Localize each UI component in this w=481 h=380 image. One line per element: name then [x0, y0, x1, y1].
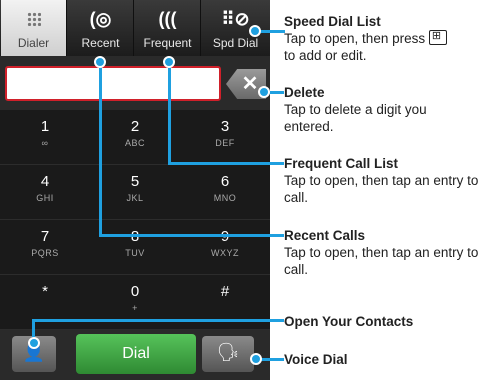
number-input[interactable]: [5, 66, 221, 101]
callout-dot-contacts: [28, 337, 40, 349]
voice-dial-button[interactable]: 🗣: [202, 336, 254, 372]
menu-key-icon: [428, 28, 447, 45]
tab-label: Frequent: [143, 36, 192, 50]
phone-dialer-screen: Dialer (◎ Recent ((( Frequent ⠿⊘ Spd Dia…: [0, 0, 270, 380]
callout-line-contacts: [32, 319, 284, 322]
annotation-text: to add or edit.: [284, 48, 367, 63]
annotation-title: Voice Dial: [284, 352, 348, 367]
annotation-delete: Delete Tap to delete a digit you entered…: [284, 84, 479, 135]
tab-dialer[interactable]: Dialer: [1, 0, 67, 56]
key-2[interactable]: 2 ABC: [90, 110, 180, 165]
annotation-recent: Recent Calls Tap to open, then tap an en…: [284, 227, 479, 278]
number-entry-row: ✕: [0, 56, 270, 110]
tab-label: Recent: [81, 36, 120, 50]
key-1[interactable]: 1 ∞: [0, 110, 90, 165]
key-3[interactable]: 3 DEF: [180, 110, 270, 165]
annotation-text: Tap to open, then tap an entry to call.: [284, 245, 479, 277]
annotation-text: Tap to open, then press: [284, 28, 479, 47]
annotation-title: Speed Dial List: [284, 14, 381, 29]
callout-line-frequent: [168, 60, 171, 164]
annotation-text: Tap to delete a digit you entered.: [284, 102, 427, 134]
annotation-title: Open Your Contacts: [284, 314, 414, 329]
tab-bar: Dialer (◎ Recent ((( Frequent ⠿⊘ Spd Dia…: [0, 0, 270, 57]
annotation-contacts: Open Your Contacts: [284, 313, 479, 330]
annotation-frequent: Frequent Call List Tap to open, then tap…: [284, 155, 479, 206]
grid-icon: [1, 8, 66, 30]
close-icon: ✕: [241, 73, 259, 95]
annotation-title: Delete: [284, 85, 325, 100]
key-8[interactable]: 8TUV: [90, 220, 180, 275]
keypad: 1∞ 2ABC 3DEF 4GHI 5JKL 6MNO 7PQRS 8TUV 9…: [0, 110, 270, 330]
key-9[interactable]: 9WXYZ: [180, 220, 270, 275]
callout-line-recent: [99, 60, 102, 236]
callout-dot-speed-dial: [249, 25, 261, 37]
bottom-bar: 👤 Dial 🗣: [0, 330, 270, 380]
annotation-voice: Voice Dial: [284, 351, 479, 368]
tab-recent[interactable]: (◎ Recent: [68, 0, 134, 56]
callout-dot-frequent: [163, 56, 175, 68]
tab-frequent[interactable]: ((( Frequent: [135, 0, 201, 56]
annotation-title: Frequent Call List: [284, 156, 399, 171]
key-6[interactable]: 6 MNO: [180, 165, 270, 220]
callout-dot-voice: [250, 353, 262, 365]
voice-dial-icon: 🗣: [216, 342, 240, 362]
dial-button[interactable]: Dial: [76, 334, 196, 374]
callout-line-frequent-h: [168, 162, 284, 165]
recent-calls-icon: (◎: [89, 9, 112, 29]
callout-dot-delete: [258, 86, 270, 98]
voicemail-icon: ∞: [41, 138, 49, 148]
annotation-title: Recent Calls: [284, 228, 366, 243]
key-5[interactable]: 5 JKL: [90, 165, 180, 220]
key-7[interactable]: 7 PQRS: [0, 220, 90, 275]
callout-line-speed-dial: [257, 30, 285, 33]
tab-label: Spd Dial: [212, 36, 259, 50]
callout-dot-recent: [94, 56, 106, 68]
tab-label: Dialer: [17, 36, 50, 50]
callout-line-recent-h: [99, 234, 284, 237]
annotation-text: Tap to open, then tap an entry to call.: [284, 173, 479, 205]
frequent-calls-icon: (((: [158, 9, 177, 29]
key-4[interactable]: 4 GHI: [0, 165, 90, 220]
annotation-speed-dial: Speed Dial List Tap to open, then press …: [284, 13, 479, 64]
